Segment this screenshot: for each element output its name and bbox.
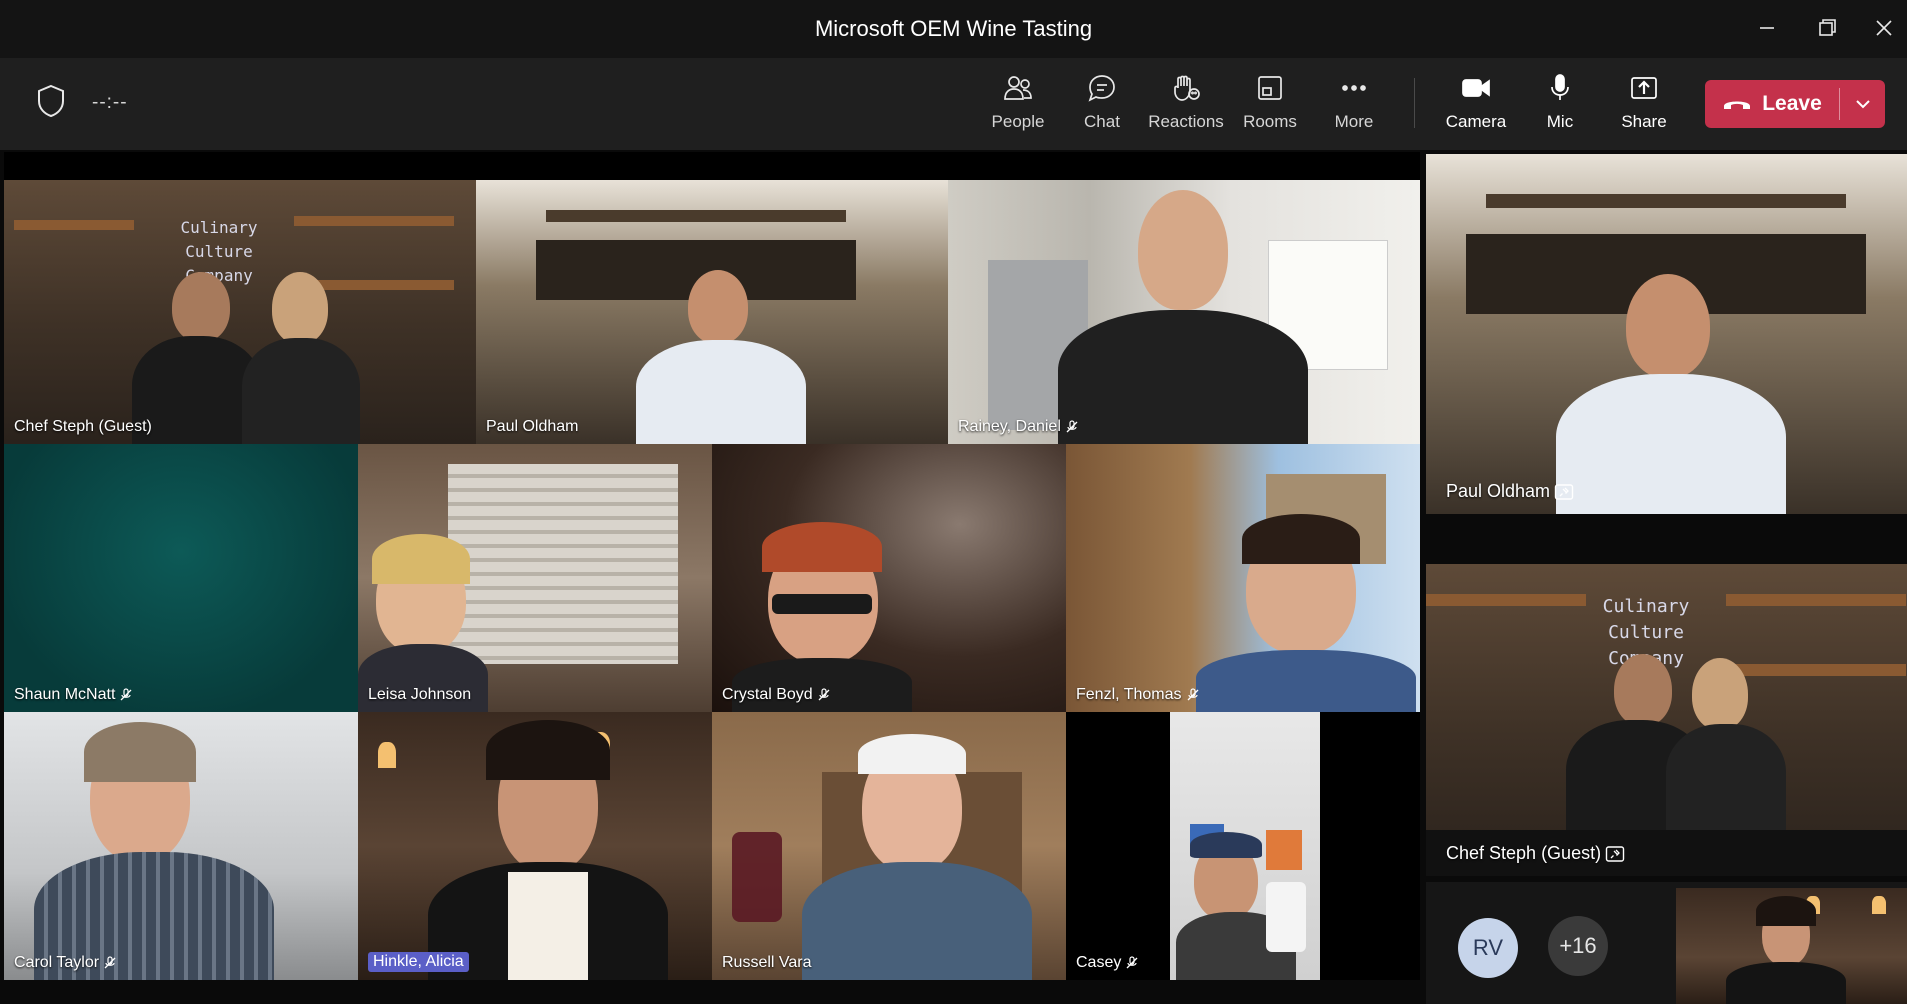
video-tile[interactable]: Hinkle, Alicia bbox=[358, 712, 712, 980]
mic-off-icon bbox=[1066, 420, 1078, 433]
video-tile[interactable]: Crystal Boyd bbox=[712, 444, 1066, 712]
camera-icon bbox=[1462, 79, 1490, 97]
minimize-icon bbox=[1760, 27, 1774, 29]
pinned-panel: Paul Oldham CulinaryCultureCompany Chef … bbox=[1426, 154, 1907, 1004]
video-tile[interactable]: Fenzl, Thomas bbox=[1066, 444, 1420, 712]
close-button[interactable] bbox=[1864, 10, 1904, 46]
participant-strip: RV +16 bbox=[1426, 882, 1907, 1004]
video-tile[interactable]: Shaun McNatt bbox=[4, 444, 358, 712]
pinned-icon bbox=[1605, 845, 1625, 862]
participant-name: Carol Taylor bbox=[14, 954, 117, 972]
more-icon bbox=[1342, 85, 1366, 91]
chevron-down-icon bbox=[1855, 100, 1870, 109]
participant-name: Paul Oldham bbox=[486, 418, 579, 435]
hang-up-icon bbox=[1724, 101, 1751, 109]
participant-avatar[interactable]: RV bbox=[1458, 918, 1518, 978]
video-tile[interactable]: Casey bbox=[1066, 712, 1420, 980]
video-tile[interactable]: Russell Vara bbox=[712, 712, 1066, 980]
pinned-participant-name: Paul Oldham bbox=[1446, 481, 1574, 502]
video-tile[interactable]: Culinary Culture Company Chef Steph (Guest… bbox=[4, 180, 476, 444]
people-icon bbox=[1004, 76, 1032, 100]
video-gallery: Culinary Culture Company Chef Steph (Guest… bbox=[4, 152, 1420, 980]
title-bar: Microsoft OEM Wine Tasting bbox=[0, 0, 1907, 58]
participant-name-active: Hinkle, Alicia bbox=[368, 952, 469, 972]
participant-name: Russell Vara bbox=[722, 954, 812, 971]
pinned-icon bbox=[1554, 483, 1574, 500]
more-participants-button[interactable]: +16 bbox=[1548, 916, 1608, 976]
toolbar-divider bbox=[1414, 78, 1415, 128]
leave-button[interactable]: Leave bbox=[1705, 80, 1839, 128]
leave-options-dropdown[interactable] bbox=[1840, 80, 1885, 128]
meeting-timer: --:-- bbox=[92, 92, 128, 113]
close-icon bbox=[1876, 20, 1892, 36]
people-button[interactable]: People bbox=[978, 72, 1058, 138]
video-tile[interactable]: Carol Taylor bbox=[4, 712, 358, 980]
mic-off-icon bbox=[1187, 688, 1198, 701]
participant-name: Leisa Johnson bbox=[368, 686, 472, 703]
camera-button[interactable]: Camera bbox=[1436, 72, 1516, 138]
mic-button[interactable]: Mic bbox=[1520, 72, 1600, 138]
meeting-stage: Culinary Culture Company Chef Steph (Guest… bbox=[0, 150, 1907, 1004]
more-button[interactable]: More bbox=[1314, 72, 1394, 138]
shield-icon[interactable] bbox=[36, 84, 66, 118]
mic-off-icon bbox=[104, 956, 116, 969]
restore-button[interactable] bbox=[1807, 10, 1847, 46]
participant-name: Fenzl, Thomas bbox=[1076, 686, 1200, 704]
self-view-tile[interactable] bbox=[1676, 888, 1907, 1004]
leave-button-group: Leave bbox=[1705, 80, 1885, 128]
rooms-icon bbox=[1258, 76, 1282, 100]
pinned-video-tile[interactable]: Paul Oldham bbox=[1426, 154, 1907, 514]
mic-off-icon bbox=[120, 688, 132, 701]
restore-icon bbox=[1819, 19, 1836, 36]
mic-icon bbox=[1551, 74, 1569, 100]
meeting-toolbar: --:-- People Chat Reactions Rooms More C… bbox=[0, 58, 1907, 150]
mic-off-icon bbox=[1126, 956, 1138, 969]
minimize-button[interactable] bbox=[1747, 10, 1787, 46]
chat-icon bbox=[1088, 75, 1115, 102]
share-button[interactable]: Share bbox=[1604, 72, 1684, 138]
reactions-button[interactable]: Reactions bbox=[1146, 72, 1226, 138]
participant-name: Rainey, Daniel bbox=[958, 418, 1079, 436]
participant-name: Casey bbox=[1076, 954, 1139, 972]
share-icon bbox=[1631, 77, 1657, 99]
pinned-participant-name: Chef Steph (Guest) bbox=[1446, 843, 1625, 864]
mic-off-icon bbox=[818, 688, 830, 701]
reactions-icon bbox=[1174, 75, 1200, 101]
video-tile[interactable]: Rainey, Daniel bbox=[948, 180, 1420, 444]
participant-name: Chef Steph (Guest) bbox=[14, 418, 152, 435]
video-tile[interactable]: Paul Oldham bbox=[476, 180, 948, 444]
wall-sign: CulinaryCultureCompany bbox=[180, 218, 258, 285]
window-title: Microsoft OEM Wine Tasting bbox=[814, 16, 1093, 41]
rooms-button[interactable]: Rooms bbox=[1230, 72, 1310, 138]
video-tile[interactable]: Leisa Johnson bbox=[358, 444, 712, 712]
pinned-video-tile[interactable]: CulinaryCultureCompany Chef Steph (Guest… bbox=[1426, 564, 1907, 876]
chat-button[interactable]: Chat bbox=[1062, 72, 1142, 138]
participant-name: Shaun McNatt bbox=[14, 686, 133, 704]
participant-name: Crystal Boyd bbox=[722, 686, 831, 704]
